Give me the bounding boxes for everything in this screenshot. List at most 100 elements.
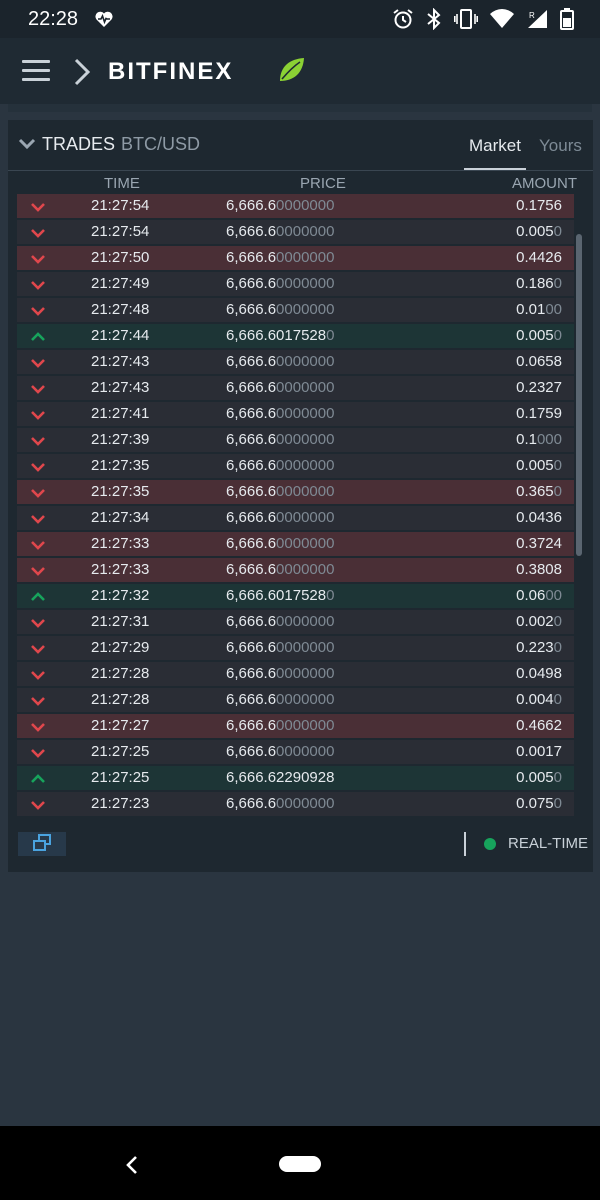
trade-time: 21:27:27 xyxy=(91,717,150,734)
trade-price-main: 6,666.6 xyxy=(226,457,277,474)
trade-amount-main: 0.1 xyxy=(516,431,537,448)
arrow-down-icon xyxy=(31,489,45,498)
trade-price-main: 6,666.6017528 xyxy=(226,587,327,604)
trade-price-main: 6,666.6 xyxy=(226,223,277,240)
trade-row[interactable]: 21:27:33 6,666.60000000 0.3808 xyxy=(17,558,574,582)
vibrate-icon xyxy=(454,9,478,29)
popout-window-button[interactable] xyxy=(18,832,66,856)
trade-row[interactable]: 21:27:50 6,666.60000000 0.4426 xyxy=(17,246,574,270)
arrow-down-icon xyxy=(31,359,45,368)
trade-row[interactable]: 21:27:35 6,666.60000000 0.0050 xyxy=(17,454,574,478)
realtime-label[interactable]: REAL-TIME xyxy=(508,835,588,852)
trade-price: 6,666.60000000 xyxy=(226,301,334,318)
arrow-up-icon xyxy=(31,332,45,341)
trades-panel-header: TRADES BTC/USD Market Yours xyxy=(8,120,593,170)
trade-row[interactable]: 21:27:27 6,666.60000000 0.4662 xyxy=(17,714,574,738)
trade-amount: 0.1860 xyxy=(516,275,562,292)
home-button[interactable] xyxy=(279,1156,321,1172)
trade-amount: 0.0040 xyxy=(516,691,562,708)
realtime-status-dot xyxy=(484,838,496,850)
trade-amount-padding: 0 xyxy=(553,327,562,344)
trade-time: 21:27:43 xyxy=(91,353,150,370)
trade-amount-main: 0.0017 xyxy=(516,743,562,760)
trade-amount: 0.2230 xyxy=(516,639,562,656)
trade-time: 21:27:33 xyxy=(91,561,150,578)
column-header-price: PRICE xyxy=(300,175,346,192)
trade-price: 6,666.60000000 xyxy=(226,561,334,578)
trade-amount: 0.0050 xyxy=(516,223,562,240)
trade-row[interactable]: 21:27:41 6,666.60000000 0.1759 xyxy=(17,402,574,426)
trade-row[interactable]: 21:27:25 6,666.62290928 0.0050 xyxy=(17,766,574,790)
arrow-down-icon xyxy=(31,203,45,212)
trade-row[interactable]: 21:27:49 6,666.60000000 0.1860 xyxy=(17,272,574,296)
trade-row[interactable]: 21:27:29 6,666.60000000 0.2230 xyxy=(17,636,574,660)
scrollbar[interactable] xyxy=(576,234,582,556)
trade-amount-main: 0.004 xyxy=(516,691,554,708)
trade-row[interactable]: 21:27:54 6,666.60000000 0.1756 xyxy=(17,194,574,218)
trade-price: 6,666.60000000 xyxy=(226,665,334,682)
trade-amount-main: 0.1759 xyxy=(516,405,562,422)
trade-price: 6,666.60000000 xyxy=(226,223,334,240)
trade-price: 6,666.60000000 xyxy=(226,535,334,552)
arrow-down-icon xyxy=(31,567,45,576)
trade-price: 6,666.60000000 xyxy=(226,743,334,760)
trade-price: 6,666.60000000 xyxy=(226,483,334,500)
trade-amount-main: 0.4426 xyxy=(516,249,562,266)
trade-time: 21:27:34 xyxy=(91,509,150,526)
trade-amount-main: 0.3808 xyxy=(516,561,562,578)
trade-amount-main: 0.0436 xyxy=(516,509,562,526)
chevron-right-icon[interactable] xyxy=(72,58,92,86)
column-header-amount: AMOUNT xyxy=(512,175,577,192)
heart-monitor-icon xyxy=(95,11,113,27)
arrow-down-icon xyxy=(31,723,45,732)
trade-row[interactable]: 21:27:32 6,666.60175280 0.0600 xyxy=(17,584,574,608)
trade-amount-main: 0.1756 xyxy=(516,197,562,214)
trade-amount-padding: 0 xyxy=(553,275,562,292)
leaf-logo-icon xyxy=(280,58,304,81)
arrow-up-icon xyxy=(31,774,45,783)
trade-row[interactable]: 21:27:44 6,666.60175280 0.0050 xyxy=(17,324,574,348)
trade-row[interactable]: 21:27:35 6,666.60000000 0.3650 xyxy=(17,480,574,504)
trade-amount-main: 0.2327 xyxy=(516,379,562,396)
trade-row[interactable]: 21:27:48 6,666.60000000 0.0100 xyxy=(17,298,574,322)
trade-price-main: 6,666.6 xyxy=(226,665,277,682)
tab-market[interactable]: Market xyxy=(469,136,521,156)
trade-row[interactable]: 21:27:43 6,666.60000000 0.2327 xyxy=(17,376,574,400)
trade-row[interactable]: 21:27:28 6,666.60000000 0.0498 xyxy=(17,662,574,686)
arrow-down-icon xyxy=(31,463,45,472)
trade-price-main: 6,666.6 xyxy=(226,509,277,526)
trade-row[interactable]: 21:27:54 6,666.60000000 0.0050 xyxy=(17,220,574,244)
top-navbar: BITFINEX xyxy=(0,38,600,104)
trade-price: 6,666.60000000 xyxy=(226,795,334,812)
trade-row[interactable]: 21:27:25 6,666.60000000 0.0017 xyxy=(17,740,574,764)
trade-amount-main: 0.075 xyxy=(516,795,554,812)
trade-row[interactable]: 21:27:39 6,666.60000000 0.1000 xyxy=(17,428,574,452)
panel-title[interactable]: TRADES BTC/USD xyxy=(42,134,200,155)
arrow-down-icon xyxy=(31,437,45,446)
back-icon[interactable] xyxy=(124,1154,140,1176)
trade-amount-main: 0.0498 xyxy=(516,665,562,682)
hamburger-menu-icon[interactable] xyxy=(22,60,50,82)
trade-row[interactable]: 21:27:34 6,666.60000000 0.0436 xyxy=(17,506,574,530)
trade-price-padding: 0000000 xyxy=(276,457,335,474)
trade-price-padding: 0000000 xyxy=(276,249,335,266)
trade-price-main: 6,666.6 xyxy=(226,379,277,396)
trade-price: 6,666.60000000 xyxy=(226,691,334,708)
trades-list[interactable]: 21:27:54 6,666.60000000 0.1756 21:27:54 6,66… xyxy=(8,194,576,816)
trade-row[interactable]: 21:27:28 6,666.60000000 0.0040 xyxy=(17,688,574,712)
chevron-down-icon[interactable] xyxy=(18,138,36,150)
trade-row[interactable]: 21:27:43 6,666.60000000 0.0658 xyxy=(17,350,574,374)
trade-row[interactable]: 21:27:33 6,666.60000000 0.3724 xyxy=(17,532,574,556)
trade-row[interactable]: 21:27:31 6,666.60000000 0.0020 xyxy=(17,610,574,634)
trade-amount: 0.2327 xyxy=(516,379,562,396)
trades-panel: TRADES BTC/USD Market Yours TIME PRICE AM… xyxy=(8,120,593,872)
trade-price-main: 6,666.6 xyxy=(226,483,277,500)
trade-amount: 0.0020 xyxy=(516,613,562,630)
trade-price: 6,666.62290928 xyxy=(226,769,334,786)
trade-price-padding: 0000000 xyxy=(276,405,335,422)
tab-yours[interactable]: Yours xyxy=(539,136,582,156)
trade-amount-main: 0.223 xyxy=(516,639,554,656)
trade-row[interactable]: 21:27:23 6,666.60000000 0.0750 xyxy=(17,792,574,816)
arrow-down-icon xyxy=(31,307,45,316)
trade-amount-main: 0.005 xyxy=(516,769,554,786)
